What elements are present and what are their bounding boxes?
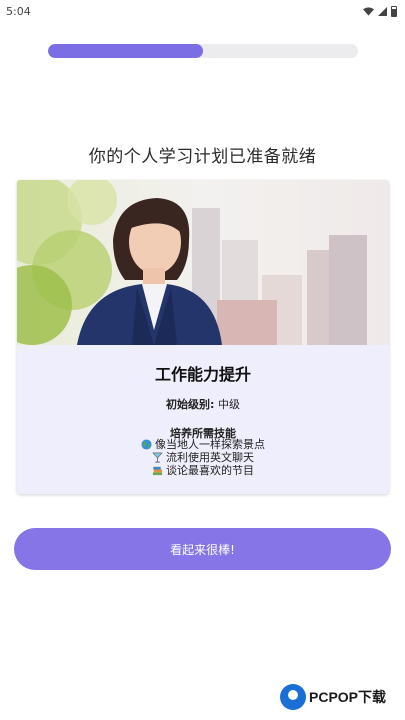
looks-great-button[interactable]: 看起来很棒! (14, 528, 391, 570)
plan-card: 工作能力提升 初始级别: 中级 培养所需技能 像当地人一样探索景点 流利使用英文… (17, 180, 389, 494)
globe-icon (141, 439, 152, 450)
skill-text: 谈论最喜欢的节目 (166, 464, 254, 477)
books-icon (152, 466, 163, 476)
level-value: 中级 (217, 398, 240, 411)
watermark: PCPOP下载 (280, 684, 386, 710)
card-title: 工作能力提升 (154, 365, 251, 384)
page-title: 你的个人学习计划已准备就绪 (88, 147, 317, 167)
level-row: 初始级别: 中级 (17, 396, 389, 412)
skills-list: 像当地人一样探索景点 流利使用英文聊天 谈论最喜欢的节目 (17, 438, 389, 477)
watermark-logo (280, 684, 306, 710)
wifi-icon (363, 6, 374, 16)
status-icons (363, 5, 397, 17)
hero-image (17, 180, 389, 345)
skill-text: 像当地人一样探索景点 (155, 438, 265, 451)
list-item: 流利使用英文聊天 (152, 451, 254, 464)
signal-icon (378, 6, 387, 16)
battery-icon (391, 5, 397, 17)
cocktail-icon (152, 452, 163, 463)
status-time: 5:04 (6, 4, 31, 18)
status-bar: 5:04 (0, 0, 405, 22)
level-label: 初始级别: (166, 398, 215, 411)
progress-bar (48, 44, 358, 58)
list-item: 像当地人一样探索景点 (141, 438, 265, 451)
skill-text: 流利使用英文聊天 (166, 451, 254, 464)
list-item: 谈论最喜欢的节目 (152, 464, 254, 477)
progress-fill (48, 44, 203, 58)
screen: 5:04 你的个人学习计划已准备就绪 工作能力提升 初始级别: 中级 培养所需技… (0, 0, 405, 720)
watermark-text: PCPOP下载 (309, 689, 387, 705)
